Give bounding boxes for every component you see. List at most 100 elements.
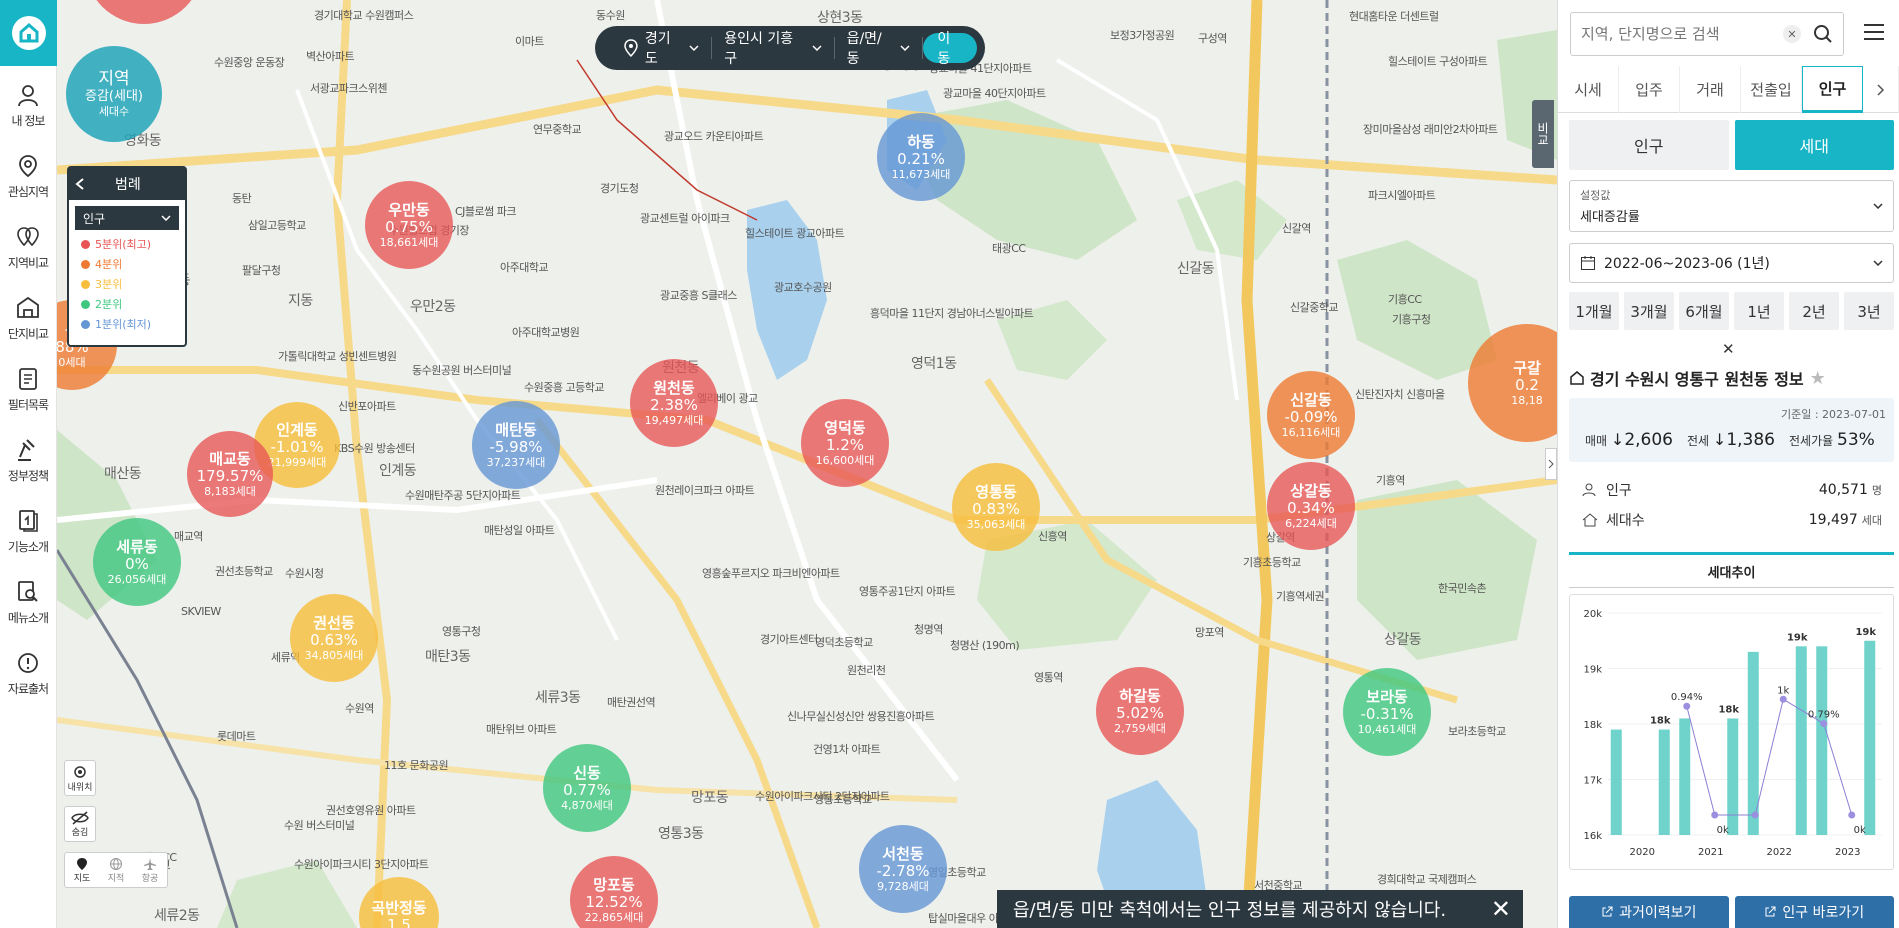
history-button[interactable]: 과거이력보기 [1569, 896, 1729, 928]
bubble-name: 원천동 [653, 378, 695, 397]
region-bubble[interactable]: 보라동 -0.31% 10,461세대 [1343, 668, 1431, 756]
segment-population[interactable]: 인구 [1569, 120, 1729, 170]
chevron-down-icon [689, 45, 699, 51]
sidebar-item-list-filter[interactable]: 필터목록 [0, 354, 57, 425]
region-bubble[interactable]: 하갈동 5.02% 2,759세대 [1096, 667, 1184, 755]
bubble-name: 망포동 [593, 875, 635, 894]
legend-select[interactable]: 인구 [75, 206, 179, 230]
date-range-select[interactable]: 2022-06~2023-06 (1년) [1569, 243, 1894, 283]
map-type-aerial-label: 항공 [141, 873, 159, 884]
chevron-left-icon[interactable] [75, 178, 85, 190]
region-bubble[interactable]: 영통동 0.83% 35,063세대 [952, 463, 1040, 551]
compare-side-tab[interactable]: 비교 [1532, 100, 1554, 168]
line-point [1848, 811, 1856, 819]
trend-tab[interactable]: 세대추이 [1569, 552, 1894, 588]
place-label: 현대홈타운 더센트럴 [1349, 10, 1439, 23]
period-button[interactable]: 6개월 [1679, 292, 1729, 330]
close-info-icon[interactable]: ✕ [1722, 340, 1735, 358]
close-icon[interactable]: ✕ [1491, 895, 1511, 923]
sidebar-item-map-pin[interactable]: 관심지역 [0, 141, 57, 212]
tab-1[interactable]: 입주 [1619, 66, 1680, 113]
city-select[interactable]: 용인시 기흥구 [712, 31, 835, 67]
region-bubble[interactable]: 세류동 0% 26,056세대 [93, 518, 181, 606]
map-canvas[interactable]: 상현3동 구성역 경기대학교 수원캠퍼스 이마트 동수원 벽산아파트 수원중앙 운동장 영화동… [57, 0, 1557, 928]
chevron-right-icon [1876, 83, 1884, 96]
tab-3[interactable]: 전출입 [1741, 66, 1802, 113]
region-bubble[interactable]: 권선동 0.63% 34,805세대 [290, 594, 378, 682]
hide-button[interactable]: 숨김 [64, 806, 96, 842]
sidebar-item-gavel[interactable]: 정부정책 [0, 425, 57, 496]
go-button[interactable]: 이동 [923, 31, 977, 67]
place-label: 망포역 [1195, 626, 1224, 639]
segment-households[interactable]: 세대 [1734, 120, 1894, 170]
hamburger-menu-icon[interactable] [1862, 22, 1886, 42]
place-label: 경기아트센터 [760, 633, 818, 646]
sidebar-item-building[interactable]: 단지비교 [0, 283, 57, 354]
place-label: 장미마을삼성 래미안2차아파트 [1363, 123, 1498, 136]
tab-0[interactable]: 시세 [1558, 66, 1619, 113]
period-button[interactable]: 3개월 [1624, 292, 1674, 330]
bubble-value: -1.01% [270, 437, 324, 456]
place-label: 인계동 [379, 463, 417, 479]
map-type-aerial[interactable]: 항공 [141, 857, 159, 884]
period-button[interactable]: 2년 [1789, 292, 1839, 330]
bubble-count: 8,183세대 [204, 484, 256, 498]
place-label: 광교오드 카운티아파트 [664, 130, 764, 143]
region-bubble[interactable]: 상갈동 0.34% 6,224세대 [1267, 462, 1355, 550]
star-icon[interactable]: ★ [1810, 368, 1826, 389]
clear-icon[interactable]: ✕ [1783, 25, 1801, 43]
place-label: 광교센트럴 아이파크 [640, 212, 730, 225]
population-link-button[interactable]: 인구 바로가기 [1734, 896, 1894, 928]
bubble-name: 상갈동 [1290, 481, 1332, 500]
period-button[interactable]: 3년 [1844, 292, 1894, 330]
place-label: 수원중흥 고등학교 [524, 381, 604, 394]
line-point [1779, 695, 1787, 703]
panel-collapse-handle[interactable] [1545, 448, 1557, 480]
chevron-down-icon [161, 215, 171, 221]
sidebar-item-compare-pin[interactable]: 지역비교 [0, 212, 57, 283]
population-stat: 인구 40,571 명 [1582, 480, 1882, 500]
map-type-map[interactable]: 지도 [73, 857, 91, 884]
bubble-count: 16,600세대 [815, 453, 875, 467]
search-icon[interactable] [1813, 24, 1833, 44]
region-bubble[interactable]: 신동 0.77% 4,870세대 [543, 744, 631, 832]
sidebar-item-feature[interactable]: 기능소개 [0, 496, 57, 567]
bubble-value: 179.57% [196, 466, 264, 485]
search-input[interactable] [1581, 25, 1783, 43]
region-bubble[interactable]: 하동 0.21% 11,673세대 [877, 113, 965, 201]
tab-2[interactable]: 거래 [1680, 66, 1741, 113]
region-bubble[interactable]: 매교동 179.57% 8,183세대 [187, 431, 273, 517]
place-label: 동수원공원 버스터미널 [412, 364, 512, 377]
province-select[interactable]: 경기도 [611, 31, 713, 67]
map-type-map-label: 지도 [73, 873, 91, 884]
legend-label: 3분위 [95, 278, 123, 291]
region-bubble[interactable]: 신갈동 -0.09% 16,116세대 [1267, 371, 1355, 459]
place-label: 태광CC [992, 242, 1026, 255]
tab-4[interactable]: 인구 [1802, 66, 1863, 113]
setting-select[interactable]: 설정값 세대증감률 [1569, 180, 1894, 232]
sidebar-item-user[interactable]: 내 정보 [0, 70, 57, 141]
sidebar-item-label: 메뉴소개 [7, 611, 49, 625]
place-label: 광교중흥 S클래스 [660, 289, 737, 302]
bubble-name: 권선동 [313, 613, 355, 632]
sidebar-item-menu-search[interactable]: 메뉴소개 [0, 567, 57, 638]
period-button[interactable]: 1년 [1734, 292, 1784, 330]
place-label: 기흥구청 [1392, 313, 1431, 326]
my-location-button[interactable]: 내위치 [64, 760, 96, 796]
region-bubble[interactable]: 우만동 0.75% 18,661세대 [365, 181, 453, 269]
period-button[interactable]: 1개월 [1569, 292, 1619, 330]
map-type-cadastral[interactable]: 지적 [108, 857, 124, 884]
region-bubble[interactable]: 서천동 -2.78% 9,728세대 [859, 825, 947, 913]
home-logo-button[interactable] [0, 0, 57, 66]
feature-icon [19, 510, 38, 532]
region-bubble[interactable]: 원천동 2.38% 19,497세대 [630, 359, 718, 447]
tab-next-button[interactable] [1863, 66, 1899, 113]
place-label: 신나무실신성신안 쌍용진흥아파트 [787, 710, 935, 723]
region-bubble[interactable]: 영덕동 1.2% 16,600세대 [801, 399, 889, 487]
sidebar-item-label: 정부정책 [7, 469, 49, 483]
sidebar-item-info[interactable]: 자료출처 [0, 638, 57, 709]
region-bubble[interactable]: 매탄동 -5.98% 37,237세대 [472, 401, 560, 489]
place-label: 경기대학교 수원캠퍼스 [314, 9, 414, 22]
district-select[interactable]: 읍/면/동 [835, 31, 924, 67]
legend-dot [81, 319, 90, 329]
